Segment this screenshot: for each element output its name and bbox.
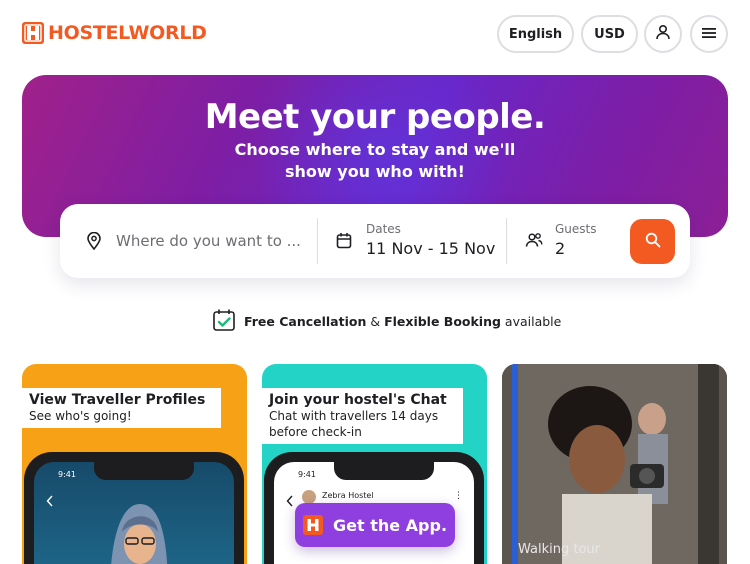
guests-field[interactable]: Guests 2 — [507, 204, 627, 278]
get-the-app-button[interactable]: Get the App. — [295, 503, 455, 547]
search-button[interactable] — [630, 219, 675, 264]
available-text: available — [504, 314, 562, 329]
hamburger-menu-icon — [701, 25, 717, 44]
dates-label: Dates — [366, 222, 401, 236]
flexible-booking-text: Flexible Booking — [384, 314, 501, 329]
back-chevron-icon — [286, 492, 294, 511]
feature-card-photo[interactable]: Walking tour — [502, 364, 727, 564]
dates-value[interactable]: 11 Nov - 15 Nov — [366, 239, 495, 258]
hostelworld-logo[interactable]: HOSTELWORLD — [22, 22, 207, 44]
free-cancellation-notice: Free Cancellation & Flexible Booking ava… — [212, 308, 561, 335]
currency-button[interactable]: USD — [581, 15, 638, 53]
card-title: Join your hostel's Chat — [269, 392, 447, 408]
walking-tour-photo — [502, 364, 727, 564]
card-label: View Traveller Profiles See who's going! — [22, 388, 222, 428]
dates-field[interactable]: Dates 11 Nov - 15 Nov — [318, 204, 506, 278]
phone-mockup: 9:41 — [24, 452, 244, 564]
hero-subtitle: Choose where to stay and we'll show you … — [234, 140, 516, 181]
guests-icon — [525, 232, 543, 252]
search-bar: Where do you want to ... Dates 11 Nov - … — [60, 204, 690, 278]
free-cancellation-text: Free Cancellation — [244, 314, 367, 329]
back-chevron-icon — [46, 492, 54, 511]
hero-title: Meet your people. — [204, 97, 546, 137]
phone-notch — [334, 462, 434, 480]
more-options-icon: ⋮ — [454, 491, 463, 501]
logo-text: HOSTELWORLD — [48, 22, 207, 44]
language-button[interactable]: English — [497, 15, 574, 53]
card-title: View Traveller Profiles — [29, 392, 206, 408]
card-subtitle: Chat with travellers 14 days before chec… — [269, 409, 439, 439]
location-pin-icon — [86, 231, 102, 254]
get-the-app-label: Get the App. — [332, 515, 448, 535]
ampersand-text: & — [370, 314, 381, 329]
user-icon — [655, 24, 671, 44]
phone-screen: 9:41 — [34, 462, 234, 564]
chat-avatar — [302, 490, 316, 504]
phone-time: 9:41 — [298, 470, 316, 479]
app-logo-icon — [302, 515, 323, 535]
calendar-check-icon — [212, 308, 236, 335]
menu-button[interactable] — [690, 15, 728, 53]
calendar-icon — [336, 232, 352, 253]
logo-mark-icon — [22, 22, 44, 44]
card-subtitle: See who's going! — [29, 409, 132, 423]
account-button[interactable] — [644, 15, 682, 53]
site-header: HOSTELWORLD English USD — [0, 0, 750, 70]
phone-time: 9:41 — [58, 470, 76, 479]
destination-input[interactable]: Where do you want to ... — [116, 232, 301, 250]
feature-card-profiles[interactable]: View Traveller Profiles See who's going!… — [22, 364, 247, 564]
chat-title: Zebra Hostel — [322, 491, 374, 500]
destination-field[interactable]: Where do you want to ... — [60, 204, 317, 278]
guests-value[interactable]: 2 — [555, 239, 565, 258]
search-icon — [645, 232, 661, 252]
profile-photo — [102, 492, 172, 564]
phone-notch — [94, 462, 194, 480]
card-label: Join your hostel's Chat Chat with travel… — [262, 388, 463, 444]
guests-label: Guests — [555, 222, 597, 236]
photo-caption: Walking tour — [518, 542, 600, 557]
